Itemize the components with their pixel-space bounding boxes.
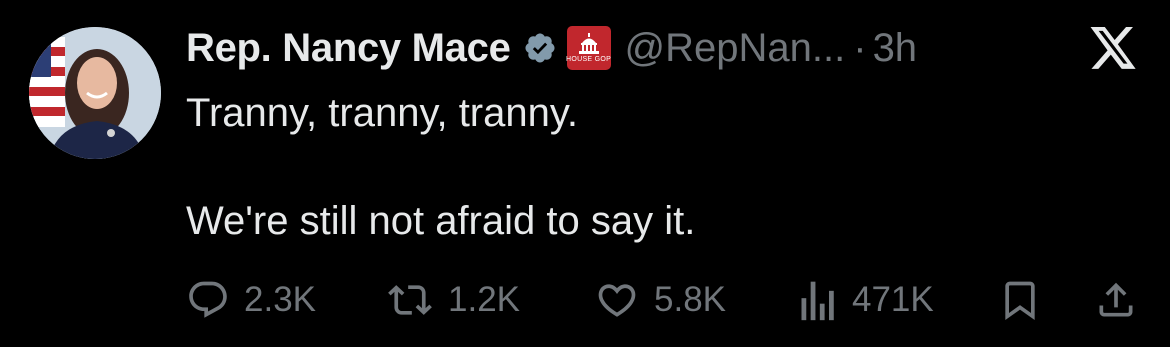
tweet-text: Tranny, tranny, tranny. We're still not …	[186, 91, 696, 243]
author-display-name[interactable]: Rep. Nancy Mace	[186, 26, 511, 71]
views-count: 471K	[852, 280, 934, 319]
reply-button[interactable]: 2.3K	[186, 275, 316, 325]
reply-count: 2.3K	[244, 280, 316, 319]
share-button[interactable]	[1094, 275, 1138, 325]
tweet-timestamp[interactable]: 3h	[873, 26, 918, 71]
bookmark-icon	[1005, 281, 1035, 321]
like-button[interactable]: 5.8K	[594, 275, 726, 325]
like-count: 5.8K	[654, 280, 726, 319]
repost-button[interactable]: 1.2K	[386, 275, 520, 325]
capitol-icon	[578, 33, 599, 54]
tweet-header: Rep. Nancy Mace HOUSE GOP @RepNan... · 3…	[186, 22, 917, 74]
like-icon	[598, 284, 636, 317]
views-button[interactable]: 471K	[798, 275, 934, 325]
reply-icon	[189, 281, 227, 318]
affiliation-label: HOUSE GOP	[565, 56, 612, 63]
repost-count: 1.2K	[448, 280, 520, 319]
separator-dot: ·	[853, 25, 867, 70]
verified-badge-icon[interactable]	[523, 31, 557, 65]
affiliation-badge[interactable]: HOUSE GOP	[565, 26, 612, 70]
avatar[interactable]	[29, 27, 161, 159]
share-icon	[1099, 282, 1133, 317]
bookmark-button[interactable]	[998, 275, 1042, 325]
author-handle[interactable]: @RepNan...	[625, 26, 846, 71]
x-logo-icon[interactable]	[1087, 27, 1139, 73]
repost-icon	[388, 285, 432, 315]
tweet-actions: 2.3K 1.2K 5.8K 471K	[186, 275, 1146, 325]
views-icon	[801, 281, 834, 321]
